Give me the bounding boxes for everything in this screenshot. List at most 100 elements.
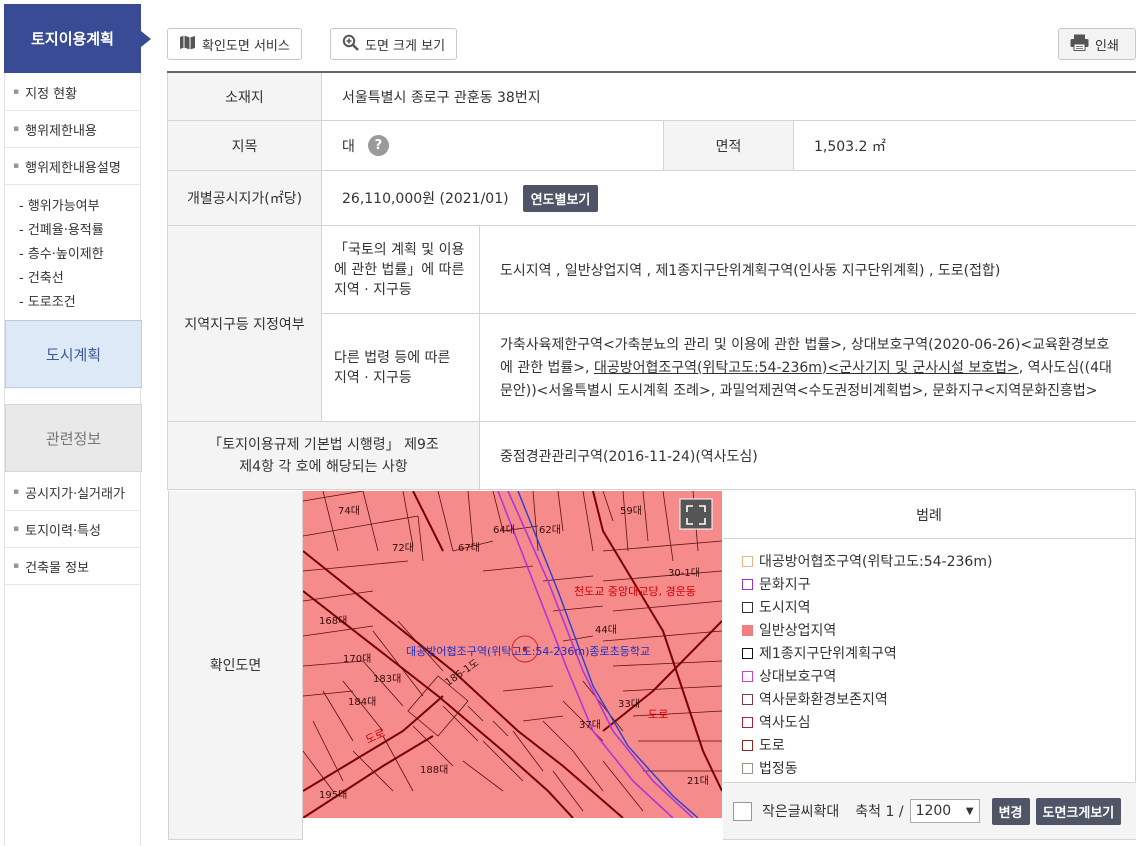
legend-item: 역사도심 — [742, 712, 811, 732]
price-value: 26,110,000원 (2021/01) — [342, 191, 509, 207]
sidebar-subitem-road[interactable]: - 도로조건 — [19, 291, 76, 310]
print-label: 인쇄 — [1095, 38, 1119, 54]
sidebar-city-plan[interactable]: 도시계획 — [5, 320, 142, 388]
parcel-label: 30-1대 — [668, 568, 700, 579]
legend-item: 도시지역 — [742, 597, 811, 617]
parcel-label: 37대 — [579, 720, 601, 731]
zone-law1-value: 도시지역 , 일반상업지역 , 제1종지구단위계획구역(인사동 지구단위계획) … — [500, 262, 1001, 279]
scale-label: 축척 1 / — [855, 804, 904, 820]
land-info-table: 소재지 서울특별시 종로구 관훈동 38번지 지목 대 ? 면적 1,503.2… — [167, 71, 1136, 490]
parcel-label: 67대 — [458, 543, 480, 554]
legend-item: 일반상업지역 — [742, 620, 836, 640]
sidebar-item-restrictions[interactable]: ▪ 행위제한내용 — [5, 111, 140, 148]
sidebar-title[interactable]: 토지이용계획 — [4, 4, 151, 73]
legend-swatch — [742, 555, 753, 567]
sidebar-item-label: 행위제한내용 — [25, 123, 97, 139]
scale-value: 1200 — [915, 803, 952, 819]
sidebar-item-label: 지정 현황 — [25, 86, 78, 102]
legend-swatch — [742, 601, 753, 613]
jimok-value: 대 — [342, 138, 355, 155]
parcel-label: 74대 — [338, 506, 360, 517]
sidebar-item-restriction-desc[interactable]: ▪ 행위제한내용설명 — [5, 148, 140, 185]
price-row: 개별공시지가(㎡당) 26,110,000원 (2021/01) 연도별보기 — [167, 171, 1136, 226]
map-controls: 작은글씨확대 축척 1 / 1200 ▼ 변경 도면크게보기 — [723, 782, 1136, 839]
large-view-button[interactable]: 도면 크게 보기 — [330, 28, 458, 60]
legend-item: 제1종지구단위계획구역 — [742, 643, 897, 663]
legend-label: 역사문화환경보존지역 — [759, 692, 888, 708]
legend-item: 대공방어협조구역(위탁고도:54-236m) — [742, 551, 992, 571]
legend-label: 도시지역 — [759, 600, 811, 616]
sidebar-item-building-info[interactable]: ▪ 건축물 정보 — [5, 548, 140, 585]
large-map-button[interactable]: 도면크게보기 — [1035, 797, 1122, 825]
jimok-label: 지목 — [167, 121, 322, 170]
map-zone-label-red: 천도교 중앙대교당, 경운동 — [574, 585, 696, 598]
scale-select[interactable]: 1200 ▼ — [909, 799, 980, 823]
legend-title: 범례 — [723, 491, 1135, 539]
basic-law-label: 「토지이용규제 기본법 시행령」 제9조 제4항 각 호에 해당되는 사항 — [167, 422, 480, 489]
jimok-row: 지목 대 ? 면적 1,503.2 ㎡ — [167, 121, 1136, 171]
print-button[interactable]: 인쇄 — [1058, 28, 1136, 60]
zone-law2-value: 가축사육제한구역<가축분뇨의 관리 및 이용에 관한 법률>, 상대보호구역(2… — [480, 314, 1136, 422]
sidebar-subitem-height[interactable]: - 층수·높이제한 — [19, 243, 104, 262]
location-label: 소재지 — [167, 73, 322, 120]
sidebar-item-label: 공시지가·실거래가 — [25, 486, 125, 502]
sidebar-subitem-building-line[interactable]: - 건축선 — [19, 267, 64, 286]
legend-label: 일반상업지역 — [759, 623, 837, 639]
parcel-label: 186-1도 — [443, 657, 482, 689]
legend-item: 역사문화환경보존지역 — [742, 689, 888, 709]
zone-law2-link[interactable]: 대공방어협조구역(위탁고도:54-236m)<군사기지 및 군사시설 보호법> — [594, 360, 1019, 376]
parcel-label: 183대 — [373, 674, 402, 685]
sidebar-subitem-allowed[interactable]: - 행위가능여부 — [19, 195, 100, 214]
map-labels: 74대 72대 67대 64대 62대 59대 30-1대 168대 170대 … — [303, 491, 722, 818]
parcel-label: 59대 — [620, 506, 642, 517]
sidebar-item-land-price[interactable]: ▪ 공시지가·실거래가 — [5, 474, 140, 511]
confirm-map-service-button[interactable]: 확인도면 서비스 — [167, 28, 302, 60]
sidebar-item-status[interactable]: ▪ 지정 현황 — [5, 74, 140, 111]
parcel-label: 33대 — [618, 699, 640, 710]
legend-swatch — [742, 716, 753, 728]
parcel-label: 170대 — [343, 654, 372, 665]
area-value: 1,503.2 ㎡ — [814, 138, 886, 155]
legend-swatch — [742, 670, 753, 682]
legend-swatch — [742, 624, 753, 636]
small-text-zoom-checkbox[interactable] — [733, 801, 752, 821]
legend-label: 법정동 — [759, 761, 798, 777]
help-icon[interactable]: ? — [367, 135, 389, 156]
sidebar-related-info[interactable]: 관련정보 — [5, 404, 142, 472]
legend-label: 문화지구 — [759, 577, 811, 593]
legend-label: 제1종지구단위계획구역 — [759, 646, 897, 662]
sidebar-subitem-coverage[interactable]: - 건폐율·용적률 — [19, 219, 104, 238]
parcel-label: 44대 — [595, 625, 617, 636]
legend-swatch — [742, 693, 753, 705]
map-icon — [179, 35, 196, 54]
legend-swatch — [742, 647, 753, 659]
parcel-label: 188대 — [420, 765, 449, 776]
parcel-label: 62대 — [539, 525, 561, 536]
sidebar-item-label: 행위제한내용설명 — [25, 160, 121, 176]
sidebar-item-label: 토지이력·특성 — [25, 523, 102, 539]
location-value: 서울특별시 종로구 관훈동 38번지 — [342, 89, 541, 106]
parcel-label: 21대 — [687, 776, 709, 787]
legend-item: 상대보호구역 — [742, 666, 836, 686]
legend-swatch — [742, 739, 753, 751]
confirm-map[interactable]: 74대 72대 67대 64대 62대 59대 30-1대 168대 170대 … — [303, 491, 722, 818]
basic-law-value: 중점경관관리구역(2016-11-24)(역사도심) — [500, 448, 758, 465]
large-view-label: 도면 크게 보기 — [365, 38, 446, 54]
map-zone-label-blue: 대공방어협조구역(위탁고도:54-236m)종로초등학교 — [406, 645, 651, 658]
sidebar-item-land-history[interactable]: ▪ 토지이력·특성 — [5, 511, 140, 548]
parcel-label: 64대 — [493, 525, 515, 536]
zone-law1-row: 「국토의 계획 및 이용에 관한 법률」에 따른 지역 · 지구등 도시지역 ,… — [322, 226, 1136, 314]
legend-label: 도로 — [759, 738, 785, 754]
zone-law2-label: 다른 법령 등에 따른 지역 · 지구등 — [322, 314, 480, 422]
sidebar: 토지이용계획 ▪ 지정 현황 ▪ 행위제한내용 ▪ 행위제한내용설명 - 행위가능여부… — [4, 4, 151, 846]
sidebar-item-label: 건축물 정보 — [25, 560, 90, 576]
legend-item: 도로 — [742, 735, 785, 755]
map-label: 확인도면 — [168, 491, 303, 840]
change-scale-button[interactable]: 변경 — [991, 797, 1030, 825]
confirm-map-service-label: 확인도면 서비스 — [202, 38, 290, 54]
parcel-label: 168대 — [319, 616, 348, 627]
zone-law2-row: 다른 법령 등에 따른 지역 · 지구등 가축사육제한구역<가축분뇨의 관리 및… — [322, 314, 1136, 422]
year-view-button[interactable]: 연도별보기 — [522, 184, 599, 212]
legend-item: 법정동 — [742, 758, 798, 778]
legend-label: 상대보호구역 — [759, 669, 837, 685]
